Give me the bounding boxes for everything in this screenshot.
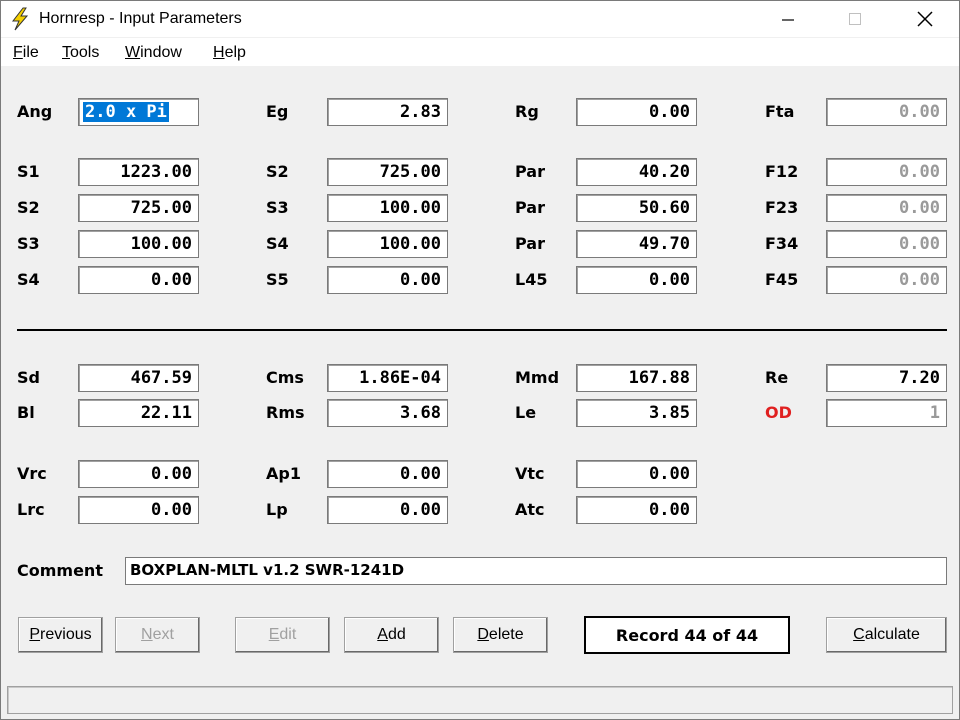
- status-bar: [7, 686, 953, 714]
- atc-input[interactable]: 0.00: [576, 496, 697, 524]
- next-button: Next: [115, 617, 200, 653]
- s2-label: S2: [266, 162, 289, 181]
- rg-input[interactable]: 0.00: [576, 98, 697, 126]
- sd-label: Sd: [17, 368, 40, 387]
- re-label: Re: [765, 368, 789, 387]
- lrc-label: Lrc: [17, 500, 45, 519]
- s2-input[interactable]: 725.00: [327, 158, 448, 186]
- cms-label: Cms: [266, 368, 304, 387]
- s2-row-input[interactable]: 725.00: [78, 194, 199, 222]
- f45-label: F45: [765, 270, 799, 289]
- s3-row-input[interactable]: 100.00: [78, 230, 199, 258]
- record-counter: Record 44 of 44: [584, 616, 790, 654]
- fta-input: 0.00: [826, 98, 947, 126]
- s4-label: S4: [266, 234, 289, 253]
- vtc-input[interactable]: 0.00: [576, 460, 697, 488]
- section-divider: [17, 329, 947, 331]
- ap1-label: Ap1: [266, 464, 301, 483]
- par1-label: Par: [515, 162, 545, 181]
- add-button[interactable]: Add: [344, 617, 439, 653]
- s1-label: S1: [17, 162, 40, 181]
- s5-input[interactable]: 0.00: [327, 266, 448, 294]
- maximize-icon: [849, 13, 861, 25]
- le-label: Le: [515, 403, 537, 422]
- sd-input[interactable]: 467.59: [78, 364, 199, 392]
- lp-input[interactable]: 0.00: [327, 496, 448, 524]
- mmd-input[interactable]: 167.88: [576, 364, 697, 392]
- par2-input[interactable]: 50.60: [576, 194, 697, 222]
- lp-label: Lp: [266, 500, 288, 519]
- l45-label: L45: [515, 270, 548, 289]
- menu-window[interactable]: Window: [125, 44, 182, 62]
- minimize-icon: [782, 19, 794, 21]
- previous-button[interactable]: Previous: [18, 617, 103, 653]
- s5-label: S5: [266, 270, 289, 289]
- f45-input: 0.00: [826, 266, 947, 294]
- s3-label: S3: [266, 198, 289, 217]
- vrc-label: Vrc: [17, 464, 47, 483]
- ang-label: Ang: [17, 102, 53, 121]
- s4-input[interactable]: 100.00: [327, 230, 448, 258]
- menu-bar: File Tools Window Help: [1, 38, 959, 66]
- f12-input: 0.00: [826, 158, 947, 186]
- cms-input[interactable]: 1.86E-04: [327, 364, 448, 392]
- bl-label: Bl: [17, 403, 35, 422]
- f34-input: 0.00: [826, 230, 947, 258]
- s3-row-label: S3: [17, 234, 40, 253]
- s3-input[interactable]: 100.00: [327, 194, 448, 222]
- le-input[interactable]: 3.85: [576, 399, 697, 427]
- menu-tools[interactable]: Tools: [62, 44, 99, 62]
- lightning-bolt-icon: [11, 7, 29, 31]
- od-label[interactable]: OD: [765, 403, 792, 422]
- f23-label: F23: [765, 198, 799, 217]
- vrc-input[interactable]: 0.00: [78, 460, 199, 488]
- eg-input[interactable]: 2.83: [327, 98, 448, 126]
- atc-label: Atc: [515, 500, 545, 519]
- delete-button[interactable]: Delete: [453, 617, 548, 653]
- ap1-input[interactable]: 0.00: [327, 460, 448, 488]
- rg-label: Rg: [515, 102, 539, 121]
- mmd-label: Mmd: [515, 368, 560, 387]
- calculate-button[interactable]: Calculate: [826, 617, 947, 653]
- hornresp-window: Hornresp - Input Parameters File Tools W…: [0, 0, 960, 720]
- comment-label: Comment: [17, 561, 103, 580]
- f23-input: 0.00: [826, 194, 947, 222]
- s4-row-label: S4: [17, 270, 40, 289]
- window-title: Hornresp - Input Parameters: [39, 10, 242, 27]
- rms-label: Rms: [266, 403, 305, 422]
- input-parameters-panel: Ang 2.0 x Pi Eg 2.83 Rg 0.00 Fta 0.00 S1…: [1, 66, 959, 719]
- par2-label: Par: [515, 198, 545, 217]
- comment-input[interactable]: BOXPLAN-MLTL v1.2 SWR-1241D: [125, 557, 947, 585]
- maximize-button: [832, 1, 878, 37]
- menu-help[interactable]: Help: [213, 44, 246, 62]
- rms-input[interactable]: 3.68: [327, 399, 448, 427]
- f34-label: F34: [765, 234, 799, 253]
- close-button[interactable]: [902, 1, 948, 37]
- s1-input[interactable]: 1223.00: [78, 158, 199, 186]
- par1-input[interactable]: 40.20: [576, 158, 697, 186]
- par3-input[interactable]: 49.70: [576, 230, 697, 258]
- close-icon: [917, 11, 933, 27]
- od-input: 1: [826, 399, 947, 427]
- s2-row-label: S2: [17, 198, 40, 217]
- fta-label: Fta: [765, 102, 795, 121]
- menu-file[interactable]: File: [13, 44, 39, 62]
- title-bar[interactable]: Hornresp - Input Parameters: [1, 1, 959, 37]
- l45-input[interactable]: 0.00: [576, 266, 697, 294]
- re-input[interactable]: 7.20: [826, 364, 947, 392]
- ang-input[interactable]: 2.0 x Pi: [78, 98, 199, 126]
- eg-label: Eg: [266, 102, 289, 121]
- lrc-input[interactable]: 0.00: [78, 496, 199, 524]
- minimize-button[interactable]: [765, 1, 811, 37]
- s4-row-input[interactable]: 0.00: [78, 266, 199, 294]
- vtc-label: Vtc: [515, 464, 545, 483]
- f12-label: F12: [765, 162, 799, 181]
- par3-label: Par: [515, 234, 545, 253]
- edit-button: Edit: [235, 617, 330, 653]
- bl-input[interactable]: 22.11: [78, 399, 199, 427]
